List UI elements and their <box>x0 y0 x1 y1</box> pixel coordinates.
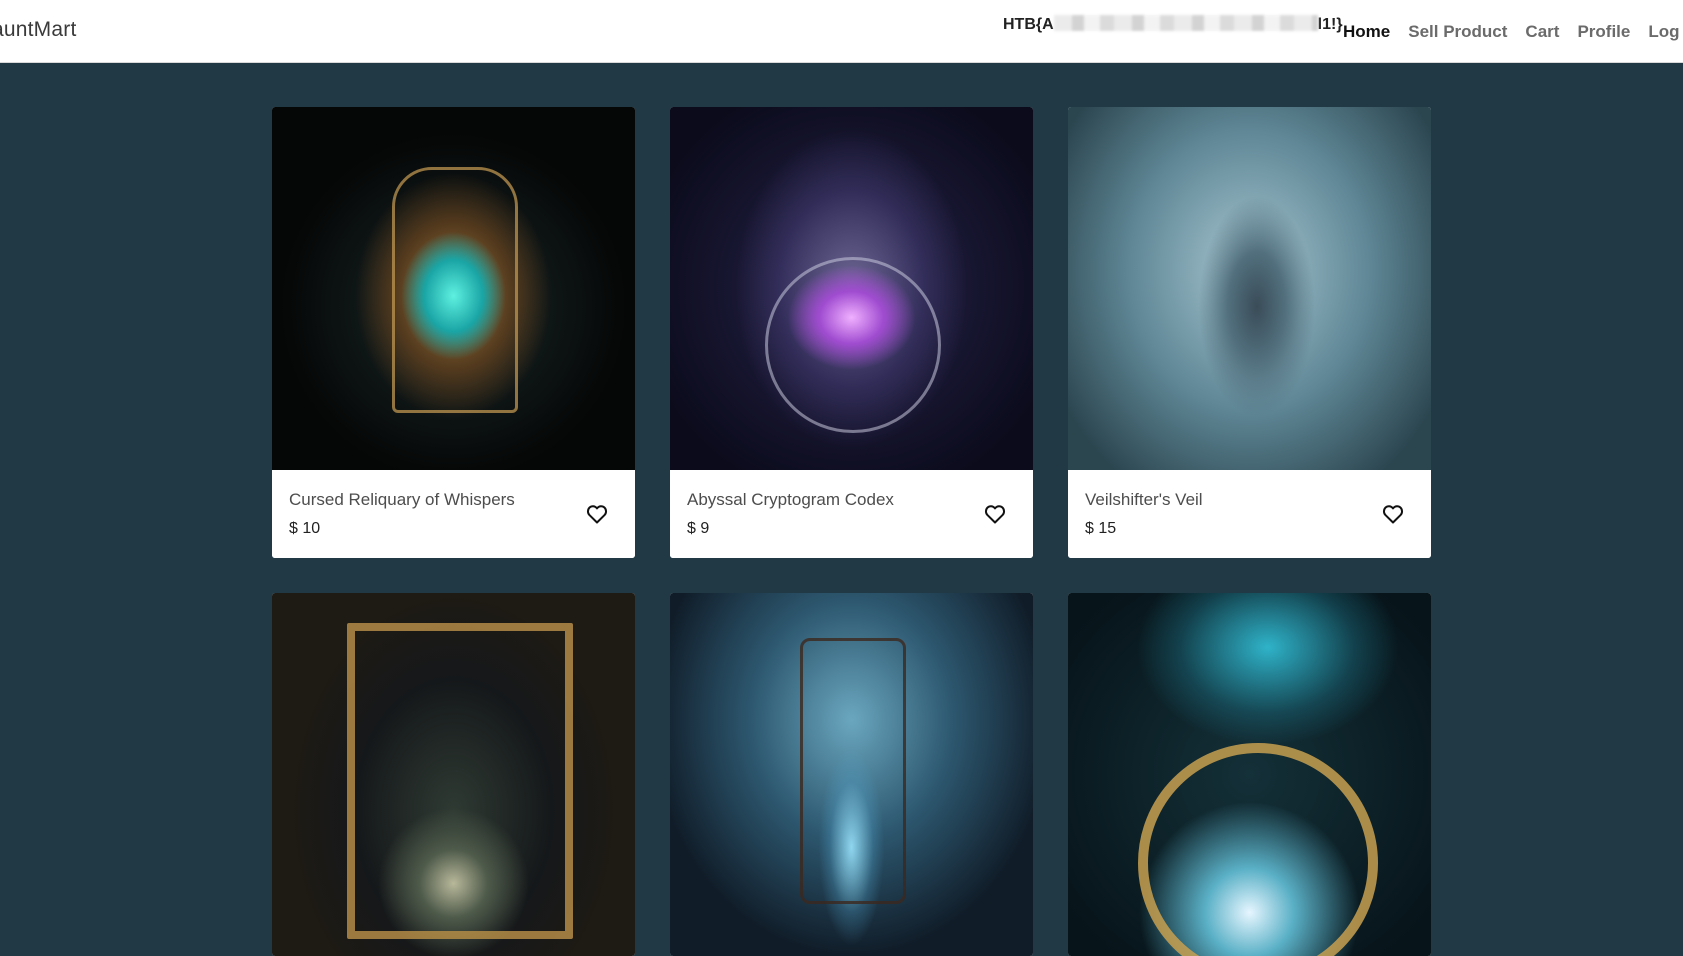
nav-links: Home Sell Product Cart Profile Log <box>1343 22 1680 42</box>
product-image-amulet[interactable] <box>1068 593 1431 956</box>
nav-link-home[interactable]: Home <box>1343 22 1390 42</box>
product-info: Veilshifter's Veil $ 15 <box>1068 470 1431 558</box>
product-card[interactable]: Cursed Reliquary of Whispers $ 10 <box>272 107 635 558</box>
heart-icon[interactable] <box>1381 502 1405 526</box>
product-card[interactable] <box>670 593 1033 956</box>
product-info: Abyssal Cryptogram Codex $ 9 <box>670 470 1033 558</box>
redacted-blur <box>1053 15 1318 31</box>
top-navbar: auntMart HTB{A l1!} Home Sell Product Car… <box>0 0 1683 63</box>
product-name[interactable]: Veilshifter's Veil <box>1085 490 1203 510</box>
nav-link-cart[interactable]: Cart <box>1525 22 1559 42</box>
nav-link-profile[interactable]: Profile <box>1577 22 1630 42</box>
product-card[interactable] <box>272 593 635 956</box>
product-name[interactable]: Cursed Reliquary of Whispers <box>289 490 515 510</box>
product-image-hourglass[interactable] <box>670 593 1033 956</box>
nav-link-sell-product[interactable]: Sell Product <box>1408 22 1507 42</box>
product-name[interactable]: Abyssal Cryptogram Codex <box>687 490 894 510</box>
flag-prefix: HTB{A <box>1003 16 1054 33</box>
heart-icon[interactable] <box>585 502 609 526</box>
product-price: $ 15 <box>1085 520 1117 537</box>
product-image-lantern[interactable] <box>272 107 635 470</box>
product-card[interactable]: Abyssal Cryptogram Codex $ 9 <box>670 107 1033 558</box>
product-info: Cursed Reliquary of Whispers $ 10 <box>272 470 635 558</box>
product-price: $ 9 <box>687 520 710 537</box>
flag-text: HTB{A l1!} <box>1003 15 1343 34</box>
product-grid: Cursed Reliquary of Whispers $ 10 Abyssa… <box>272 107 1432 956</box>
product-price: $ 10 <box>289 520 321 537</box>
product-card[interactable] <box>1068 593 1431 956</box>
product-image-urn[interactable] <box>670 107 1033 470</box>
flag-suffix: l1!} <box>1317 16 1343 33</box>
product-image-veil[interactable] <box>1068 107 1431 470</box>
nav-link-logout[interactable]: Log <box>1648 22 1679 42</box>
product-image-mirror[interactable] <box>272 593 635 956</box>
product-card[interactable]: Veilshifter's Veil $ 15 <box>1068 107 1431 558</box>
heart-icon[interactable] <box>983 502 1007 526</box>
brand-logo[interactable]: auntMart <box>0 18 76 42</box>
